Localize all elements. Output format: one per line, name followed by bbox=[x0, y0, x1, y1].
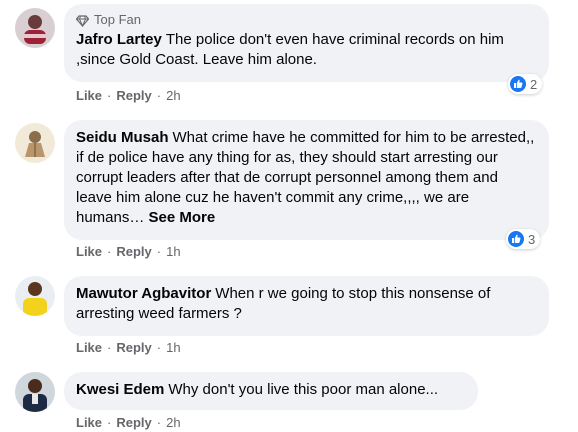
comment-text: Mawutor Agbavitor When r we going to stop… bbox=[76, 284, 537, 324]
reply-button[interactable]: Reply bbox=[116, 244, 151, 260]
avatar[interactable] bbox=[15, 8, 55, 48]
comment-text: Kwesi Edem Why don't you live this poor m… bbox=[76, 380, 466, 400]
avatar[interactable] bbox=[15, 123, 55, 163]
reply-button[interactable]: Reply bbox=[116, 340, 151, 356]
separator: · bbox=[156, 88, 162, 103]
like-icon bbox=[510, 76, 526, 92]
separator: · bbox=[156, 340, 162, 355]
comment-jafro-lartey: Top Fan Jafro Lartey The police don't eve… bbox=[0, 0, 578, 110]
reaction-count[interactable]: 2 bbox=[508, 74, 543, 94]
comment-author[interactable]: Jafro Lartey bbox=[76, 31, 162, 48]
comment-author[interactable]: Seidu Musah bbox=[76, 129, 169, 146]
comment-actions: Like · Reply · 1h bbox=[76, 340, 181, 356]
see-more-link[interactable]: See More bbox=[149, 209, 216, 226]
like-button[interactable]: Like bbox=[76, 415, 102, 431]
separator: · bbox=[156, 415, 162, 430]
comment-bubble: Top Fan Jafro Lartey The police don't eve… bbox=[64, 4, 549, 82]
timestamp[interactable]: 1h bbox=[166, 340, 180, 356]
comment-text: Jafro Lartey The police don't even have c… bbox=[76, 30, 537, 70]
comment-author[interactable]: Mawutor Agbavitor bbox=[76, 285, 211, 302]
avatar[interactable] bbox=[15, 372, 55, 412]
separator: · bbox=[107, 340, 112, 355]
like-button[interactable]: Like bbox=[76, 244, 102, 260]
reaction-number: 3 bbox=[528, 231, 536, 247]
reply-button[interactable]: Reply bbox=[116, 415, 151, 431]
top-fan-badge: Top Fan bbox=[76, 12, 537, 28]
comment-body: Why don't you live this poor man alone..… bbox=[168, 381, 439, 398]
separator: · bbox=[107, 415, 112, 430]
badge-label: Top Fan bbox=[94, 12, 141, 27]
comment-kwesi-edem: Kwesi Edem Why don't you live this poor m… bbox=[0, 364, 578, 432]
separator: · bbox=[156, 244, 162, 259]
comment-text: Seidu Musah What crime have he committed … bbox=[76, 128, 537, 228]
separator: · bbox=[107, 88, 112, 103]
comment-bubble: Mawutor Agbavitor When r we going to stop… bbox=[64, 276, 549, 336]
like-button[interactable]: Like bbox=[76, 88, 102, 104]
comment-bubble: Seidu Musah What crime have he committed … bbox=[64, 120, 549, 240]
like-button[interactable]: Like bbox=[76, 340, 102, 356]
comment-actions: Like · Reply · 2h bbox=[76, 88, 181, 104]
separator: · bbox=[107, 244, 112, 259]
like-icon bbox=[508, 231, 524, 247]
comment-bubble: Kwesi Edem Why don't you live this poor m… bbox=[64, 372, 478, 410]
timestamp[interactable]: 1h bbox=[166, 244, 180, 260]
reaction-count[interactable]: 3 bbox=[506, 229, 541, 249]
diamond-icon bbox=[76, 14, 89, 27]
reply-button[interactable]: Reply bbox=[116, 88, 151, 104]
comment-author[interactable]: Kwesi Edem bbox=[76, 381, 164, 398]
comment-actions: Like · Reply · 2h bbox=[76, 415, 181, 431]
timestamp[interactable]: 2h bbox=[166, 415, 180, 431]
reaction-number: 2 bbox=[530, 76, 538, 92]
comment-mawutor-agbavitor: Mawutor Agbavitor When r we going to stop… bbox=[0, 268, 578, 358]
comment-actions: Like · Reply · 1h bbox=[76, 244, 181, 260]
comment-seidu-musah: Seidu Musah What crime have he committed … bbox=[0, 112, 578, 262]
avatar[interactable] bbox=[15, 276, 55, 316]
timestamp[interactable]: 2h bbox=[166, 88, 180, 104]
